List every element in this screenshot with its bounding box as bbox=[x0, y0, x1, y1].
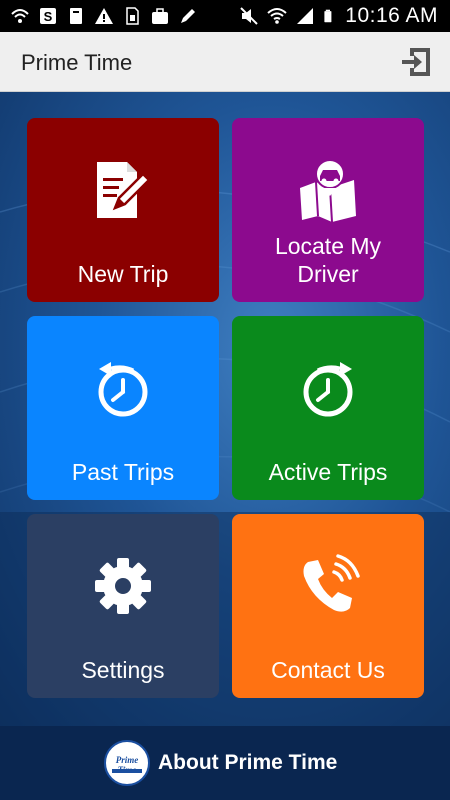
past-trips-button[interactable]: Past Trips bbox=[27, 316, 219, 500]
contact-us-button[interactable]: Contact Us bbox=[232, 514, 424, 698]
dashboard: New Trip Locate My Driver Past Trips Act… bbox=[0, 92, 450, 726]
tile-label: New Trip bbox=[77, 261, 169, 287]
tile-label-line1: Locate My bbox=[274, 233, 382, 259]
wifi-icon bbox=[11, 9, 29, 23]
mute-icon bbox=[240, 7, 258, 25]
app-bar: Prime Time bbox=[0, 32, 450, 92]
clock-back-icon bbox=[98, 362, 148, 417]
document-edit-icon bbox=[97, 162, 151, 218]
tile-label: Contact Us bbox=[271, 657, 385, 683]
dollar-app-icon: S bbox=[40, 8, 56, 24]
gear-icon bbox=[95, 558, 151, 614]
pen-icon bbox=[181, 9, 195, 23]
cell-signal-icon bbox=[297, 8, 314, 24]
system-icons: 10:16 AM bbox=[239, 4, 438, 28]
wifi-signal-icon bbox=[267, 8, 287, 24]
tile-label: Settings bbox=[81, 657, 165, 683]
logout-icon[interactable] bbox=[396, 42, 436, 82]
tile-label: Past Trips bbox=[71, 459, 175, 485]
locate-driver-button[interactable]: Locate My Driver bbox=[232, 118, 424, 302]
logo-bar bbox=[112, 769, 142, 773]
map-car-icon bbox=[300, 159, 356, 222]
new-trip-button[interactable]: New Trip bbox=[27, 118, 219, 302]
notification-icons: S bbox=[10, 6, 198, 26]
prime-time-logo: Prime Time bbox=[104, 740, 150, 786]
about-content: Prime Time About Prime Time bbox=[104, 740, 337, 786]
tile-label: Active Trips bbox=[268, 459, 388, 485]
status-bar: S 10:16 AM bbox=[0, 0, 450, 32]
settings-button[interactable]: Settings bbox=[27, 514, 219, 698]
svg-text:S: S bbox=[44, 9, 53, 24]
tile-label-line2: Driver bbox=[297, 261, 359, 287]
battery-icon bbox=[324, 9, 332, 23]
about-button[interactable]: Prime Time About Prime Time bbox=[0, 726, 450, 800]
active-trips-button[interactable]: Active Trips bbox=[232, 316, 424, 500]
page-title: Prime Time bbox=[21, 50, 133, 75]
briefcase-icon bbox=[152, 8, 168, 24]
clock: 10:16 AM bbox=[345, 4, 438, 27]
clock-forward-icon bbox=[303, 362, 353, 417]
warning-icon bbox=[95, 8, 113, 24]
about-label: About Prime Time bbox=[158, 751, 338, 774]
tile-label: Locate My Driver bbox=[232, 232, 424, 288]
clipboard-icon bbox=[70, 8, 82, 24]
phone-icon bbox=[303, 554, 360, 612]
sim-icon bbox=[126, 7, 139, 25]
